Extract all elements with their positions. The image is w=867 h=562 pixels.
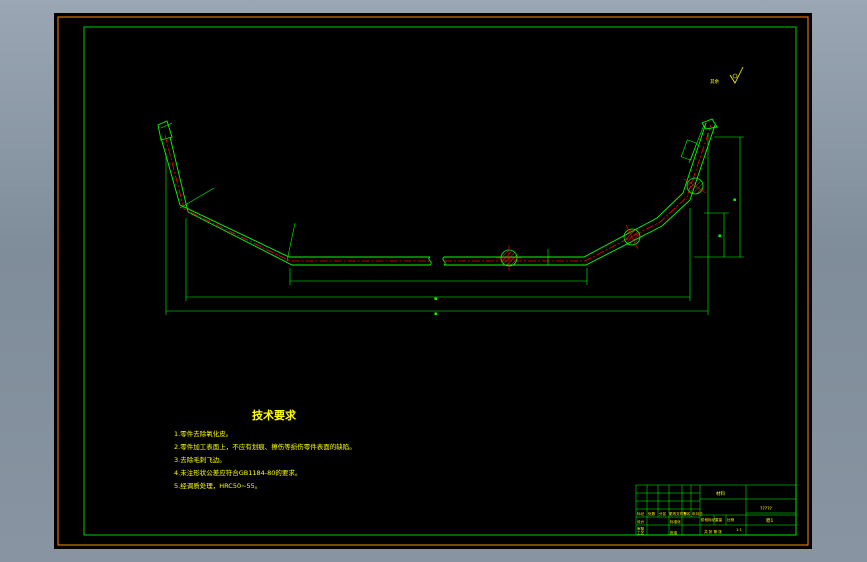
rev-header-count: 处数 (648, 511, 656, 516)
technical-requirements: 技术要求 1.零件去除氧化皮。 2.零件加工表面上，不应有划痕、擦伤等损伤零件表… (174, 408, 356, 490)
scale-value: 1:1 (736, 528, 742, 532)
weight-label: 重量 (715, 517, 723, 522)
stage-mark-label: 阶段标记 (701, 517, 716, 522)
part-name: 稳1 (766, 517, 773, 524)
title-block-text: 材料 ????? 稳1 标记 处数 分区 更改文件号 签名 年月日 设计 标准化… (637, 490, 773, 535)
cad-drawing: 其余 ▪ ▪ ▪ ▪ 技术要求 1.零件去除氧化皮。 2.零件加工表面上，不应有… (57, 16, 809, 546)
tech-req-item-1: 1.零件去除氧化皮。 (174, 429, 232, 438)
tech-req-title: 技术要求 (252, 408, 297, 422)
drawing-sheet: 其余 ▪ ▪ ▪ ▪ 技术要求 1.零件去除氧化皮。 2.零件加工表面上，不应有… (54, 13, 812, 549)
roughness-label: 其余 (710, 78, 719, 85)
rev-header-sign: 签名 (683, 511, 691, 516)
dimensions (160, 122, 744, 315)
inner-width-value: ▪ (434, 296, 437, 302)
rev-header-mark: 标记 (637, 511, 645, 516)
overall-width-value: ▪ (434, 311, 437, 317)
standardization-label: 标准化 (670, 519, 681, 524)
break-symbol (428, 256, 446, 266)
tech-req-item-2: 2.零件加工表面上，不应有划痕、擦伤等损伤零件表面的缺陷。 (174, 442, 356, 451)
tech-req-item-4: 4.未注形状公差应符合GB1184-80的要求。 (174, 468, 301, 477)
rev-header-zone: 分区 (659, 511, 667, 516)
rev-header-date: 年月日 (692, 511, 703, 516)
drawing-number: ????? (760, 506, 773, 512)
tech-req-item-5: 5.经调质处理，HRC50~55。 (174, 481, 261, 490)
designer-label: 设计 (637, 519, 645, 524)
material-label: 材料 (716, 490, 725, 497)
tech-req-item-3: 3.去除毛刺飞边。 (174, 455, 226, 464)
sheet-info: 共 张 第 张 (704, 529, 722, 534)
height-partial-value: ▪ (718, 233, 721, 239)
process-label: 工艺 (637, 530, 645, 535)
approve-label: 批准 (670, 530, 678, 535)
height-total-value: ▪ (733, 197, 736, 203)
scale-label: 比例 (727, 517, 735, 522)
roughness-symbol: 其余 (710, 66, 744, 85)
